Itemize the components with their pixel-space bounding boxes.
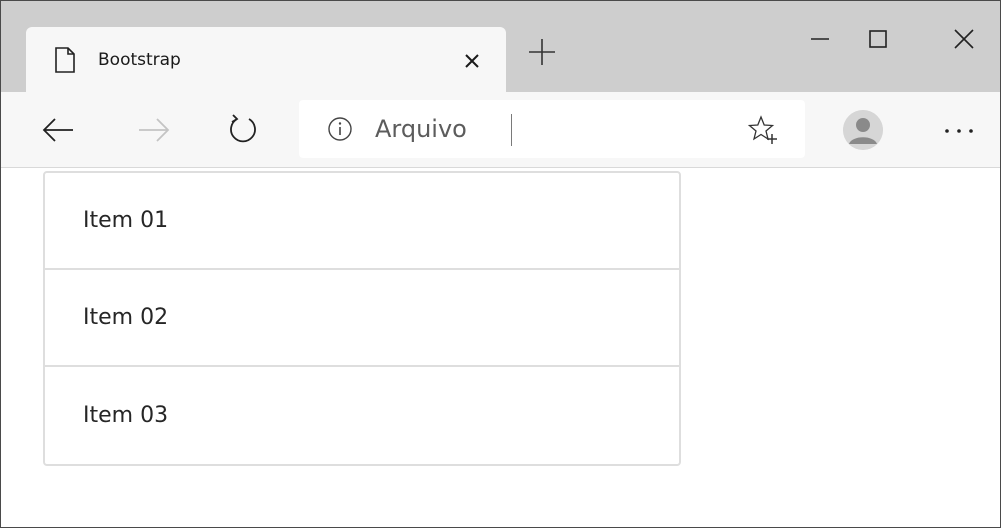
tab-strip: Bootstrap xyxy=(1,1,1000,92)
list-item-label: Item 01 xyxy=(83,208,169,233)
navigation-toolbar: Arquivo xyxy=(1,92,1000,168)
forward-button[interactable] xyxy=(133,110,173,150)
minimize-button[interactable] xyxy=(797,19,843,59)
info-icon[interactable] xyxy=(327,116,353,142)
window-close-button[interactable] xyxy=(941,19,987,59)
list-group: Item 01 Item 02 Item 03 xyxy=(43,171,681,466)
avatar-icon xyxy=(843,110,883,150)
site-info-label: Arquivo xyxy=(375,115,467,143)
text-caret xyxy=(511,114,512,146)
star-plus-icon[interactable] xyxy=(747,114,779,146)
list-item[interactable]: Item 03 xyxy=(45,367,679,464)
list-item-label: Item 02 xyxy=(83,305,169,330)
refresh-button[interactable] xyxy=(223,110,263,150)
back-button[interactable] xyxy=(39,110,79,150)
list-item[interactable]: Item 02 xyxy=(45,270,679,367)
address-bar[interactable]: Arquivo xyxy=(299,100,805,158)
document-icon xyxy=(55,47,75,73)
more-options-button[interactable] xyxy=(933,110,989,150)
profile-avatar[interactable] xyxy=(843,110,883,150)
list-item-label: Item 03 xyxy=(83,403,169,428)
browser-tab[interactable]: Bootstrap xyxy=(26,27,506,92)
tab-title: Bootstrap xyxy=(98,50,181,70)
close-icon xyxy=(465,54,479,68)
new-tab-button[interactable] xyxy=(525,35,559,69)
list-item[interactable]: Item 01 xyxy=(45,173,679,270)
browser-window: Bootstrap Arquivo Item 01 Item 02 Item 0… xyxy=(0,0,1001,528)
tab-close-button[interactable] xyxy=(458,47,486,75)
page-content: Item 01 Item 02 Item 03 xyxy=(1,168,1000,527)
maximize-button[interactable] xyxy=(855,19,901,59)
